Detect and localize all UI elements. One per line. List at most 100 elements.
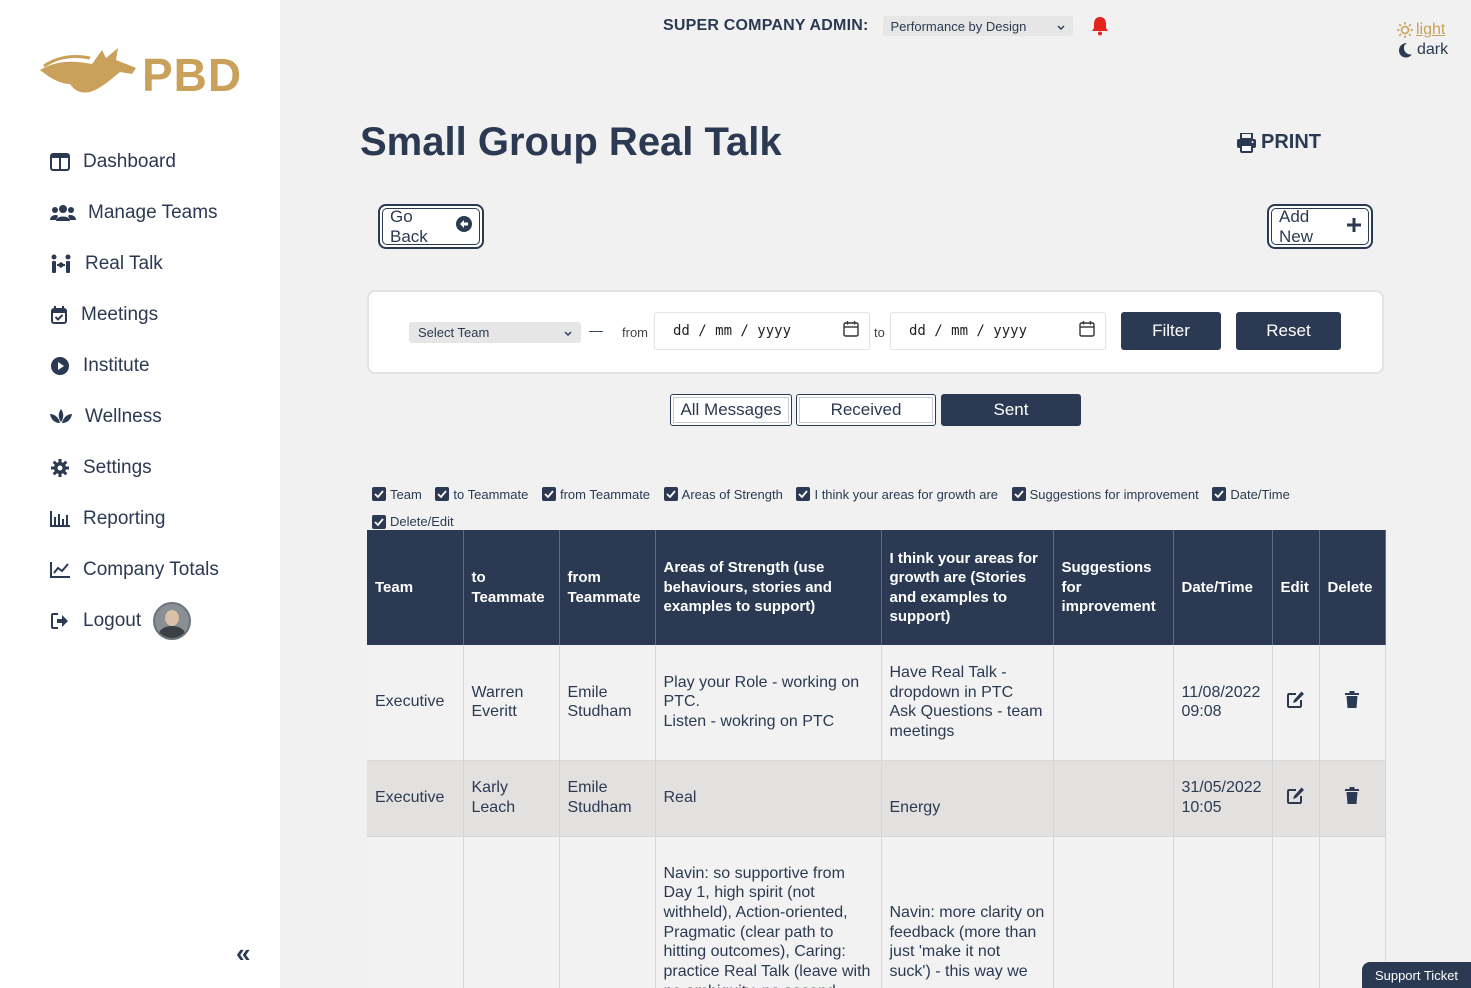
column-header-date-time[interactable]: Date/Time xyxy=(1173,530,1273,645)
add-new-button[interactable]: Add New xyxy=(1267,204,1373,249)
sidebar-item-manage-teams[interactable]: Manage Teams xyxy=(48,187,268,238)
cell-areas-of-strength: Real xyxy=(655,760,882,837)
logo-text: PBD xyxy=(142,49,243,101)
column-header-from-teammate[interactable]: from Teammate xyxy=(559,530,656,645)
cell-edit xyxy=(1272,836,1320,988)
column-toggle-label: from Teammate xyxy=(559,486,651,502)
column-toggle-label: to Teammate xyxy=(453,486,529,502)
checkbox-checked-icon[interactable] xyxy=(541,487,556,501)
sidebar-item-real-talk[interactable]: Real Talk xyxy=(48,238,268,289)
sidebar-item-dashboard[interactable]: Dashboard xyxy=(48,136,268,187)
sidebar-item-meetings[interactable]: Meetings xyxy=(48,289,268,340)
column-header-edit: Edit xyxy=(1272,530,1320,645)
edit-icon[interactable] xyxy=(1286,691,1305,712)
column-toggle-team[interactable]: Team xyxy=(372,481,422,508)
play-circle-icon xyxy=(48,356,72,376)
column-toggle-areas-for-growth[interactable]: I think your areas for growth are xyxy=(796,481,998,508)
checkbox-checked-icon[interactable] xyxy=(796,487,811,501)
column-header-areas-of-strength[interactable]: Areas of Strength (use behaviours, stori… xyxy=(655,530,882,645)
from-date-input[interactable]: dd / mm / yyyy xyxy=(654,312,870,350)
tab-all-messages[interactable]: All Messages xyxy=(670,394,792,426)
to-date-placeholder: dd / mm / yyyy xyxy=(909,323,1028,339)
add-new-label: Add New xyxy=(1279,206,1314,246)
column-toggle-from-teammate[interactable]: from Teammate xyxy=(541,481,651,508)
tab-received[interactable]: Received xyxy=(796,394,936,426)
sidebar-item-reporting[interactable]: Reporting xyxy=(48,493,268,544)
support-ticket-button[interactable]: Support Ticket xyxy=(1362,962,1471,988)
cell-team xyxy=(367,836,464,988)
sidebar-item-label: Meetings xyxy=(81,303,159,325)
checkbox-checked-icon[interactable] xyxy=(663,487,678,501)
sidebar-nav: Dashboard Manage Teams Real Talk Meeting… xyxy=(48,136,268,646)
bell-icon[interactable] xyxy=(1091,16,1109,36)
column-toggles: Team to Teammate from Teammate Areas of … xyxy=(372,480,1382,535)
column-toggle-label: Date/Time xyxy=(1230,486,1290,502)
sidebar-item-label: Settings xyxy=(83,456,152,478)
column-toggle-areas-of-strength[interactable]: Areas of Strength xyxy=(663,481,783,508)
sidebar-item-settings[interactable]: Settings xyxy=(48,442,268,493)
checkbox-checked-icon[interactable] xyxy=(1212,487,1227,501)
cell-date-time: 11/08/2022 09:08 xyxy=(1173,645,1273,761)
cell-delete xyxy=(1319,645,1386,761)
tab-sent[interactable]: Sent xyxy=(941,394,1081,426)
column-header-areas-for-growth[interactable]: I think your areas for growth are (Stori… xyxy=(881,530,1054,645)
calendar-icon[interactable] xyxy=(843,321,859,341)
table-header-row: Team to Teammate from Teammate Areas of … xyxy=(367,530,1386,645)
page-title: Small Group Real Talk xyxy=(360,120,782,164)
admin-label: SUPER COMPANY ADMIN: xyxy=(663,17,869,34)
arrow-circle-left-icon xyxy=(456,216,472,237)
to-label: to xyxy=(874,325,885,340)
cell-edit xyxy=(1272,645,1320,761)
cell-from-teammate: Emile Studham xyxy=(559,760,656,837)
table-row: Navin: so supportive from Day 1, high sp… xyxy=(367,836,1386,988)
company-select[interactable]: Performance by Design xyxy=(882,16,1073,36)
team-select-value: Select Team xyxy=(418,325,490,340)
theme-dark-link[interactable]: dark xyxy=(1397,40,1448,60)
sidebar-item-logout[interactable]: Logout xyxy=(48,595,268,646)
column-header-team[interactable]: Team xyxy=(367,530,464,645)
edit-icon[interactable] xyxy=(1286,787,1305,808)
calendar-icon[interactable] xyxy=(1079,321,1095,341)
cell-delete xyxy=(1319,760,1386,837)
column-header-to-teammate[interactable]: to Teammate xyxy=(463,530,560,645)
collapse-sidebar-button[interactable]: « xyxy=(236,938,250,969)
go-back-button[interactable]: Go Back xyxy=(378,204,484,249)
sun-icon xyxy=(1397,22,1413,38)
sidebar-item-label: Institute xyxy=(83,354,150,376)
trash-icon[interactable] xyxy=(1345,786,1359,808)
cell-from-teammate: Emile Studham xyxy=(559,645,656,761)
team-select[interactable]: Select Team xyxy=(409,322,581,343)
column-toggle-suggestions[interactable]: Suggestions for improvement xyxy=(1011,481,1199,508)
calendar-check-icon xyxy=(48,305,70,325)
to-date-input[interactable]: dd / mm / yyyy xyxy=(890,312,1106,350)
sidebar-item-label: Real Talk xyxy=(85,252,163,274)
column-toggle-date-time[interactable]: Date/Time xyxy=(1212,481,1290,508)
cell-areas-for-growth: Navin: more clarity on feedback (more th… xyxy=(881,836,1054,988)
cell-suggestions xyxy=(1053,645,1174,761)
checkbox-checked-icon[interactable] xyxy=(372,487,386,501)
column-toggle-to-teammate[interactable]: to Teammate xyxy=(435,481,528,508)
column-toggle-label: Suggestions for improvement xyxy=(1029,486,1199,502)
checkbox-checked-icon[interactable] xyxy=(435,487,450,501)
sign-out-icon xyxy=(48,611,72,631)
theme-light-link[interactable]: light xyxy=(1397,20,1448,40)
cell-to-teammate: Warren Everitt xyxy=(463,645,560,761)
checkbox-checked-icon[interactable] xyxy=(372,514,386,529)
reset-button[interactable]: Reset xyxy=(1236,312,1341,350)
filter-button[interactable]: Filter xyxy=(1121,312,1221,350)
column-header-suggestions[interactable]: Suggestions for improvement xyxy=(1053,530,1174,645)
trash-icon[interactable] xyxy=(1345,690,1359,712)
sidebar-item-company-totals[interactable]: Company Totals xyxy=(48,544,268,595)
bar-chart-icon xyxy=(48,509,72,529)
pbd-logo[interactable]: PBD xyxy=(40,44,241,101)
avatar[interactable] xyxy=(153,601,192,640)
checkbox-checked-icon[interactable] xyxy=(1011,487,1026,501)
sidebar-item-institute[interactable]: Institute xyxy=(48,340,268,391)
company-select-value: Performance by Design xyxy=(890,18,1027,34)
sidebar-item-label: Reporting xyxy=(83,507,166,529)
chevron-down-icon xyxy=(1057,19,1065,34)
sidebar-item-wellness[interactable]: Wellness xyxy=(48,391,268,442)
print-button[interactable]: PRINT xyxy=(1236,131,1321,154)
real-talk-table: Team to Teammate from Teammate Areas of … xyxy=(367,530,1386,988)
print-label: PRINT xyxy=(1261,131,1321,153)
